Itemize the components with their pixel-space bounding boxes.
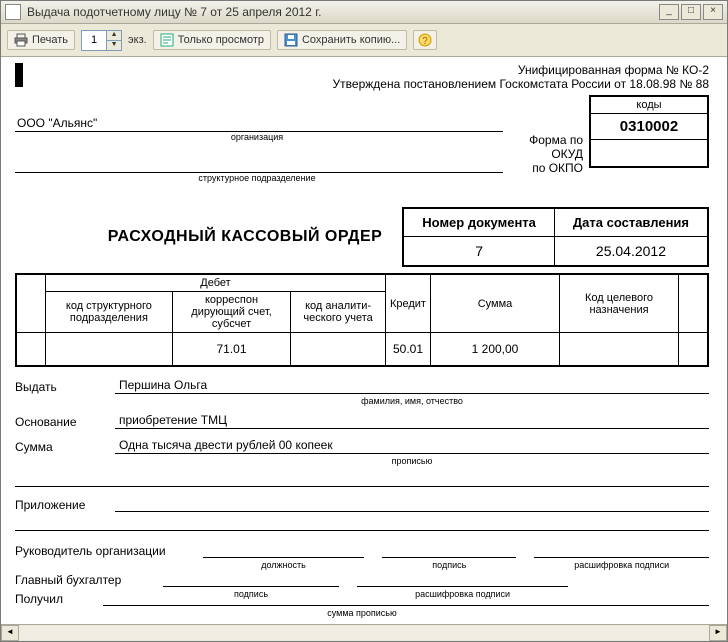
val-subcode <box>46 333 173 367</box>
copies-input[interactable] <box>82 32 106 48</box>
acct-decode <box>357 572 568 587</box>
scroll-right-icon[interactable]: ► <box>709 625 727 641</box>
sign-cap1: подпись <box>382 560 516 570</box>
margin-mark-icon <box>15 63 23 87</box>
copies-spinner[interactable]: ▲ ▼ <box>81 30 122 51</box>
minimize-button[interactable]: _ <box>659 4 679 20</box>
scroll-left-icon[interactable]: ◄ <box>1 625 19 641</box>
print-button[interactable]: Печать <box>7 30 75 50</box>
date-label: Дата составления <box>554 208 708 237</box>
attach-label: Приложение <box>15 498 115 512</box>
print-label: Печать <box>32 34 68 46</box>
toolbar: Печать ▲ ▼ экз. Только просмотр Сохранит… <box>1 24 727 57</box>
fields-block: Выдать Першина Ольга фамилия, имя, отчес… <box>15 377 709 531</box>
accounting-grid: Дебет Кредит Сумма Код целевого назначен… <box>15 273 709 367</box>
preview-label: Только просмотр <box>178 34 264 46</box>
signatures-block: Руководитель организации должность подпи… <box>15 543 709 624</box>
document-viewport[interactable]: Унифицированная форма № КО-2 Утверждена … <box>1 57 727 624</box>
attach-value <box>115 495 709 512</box>
subdiv-value <box>15 156 503 173</box>
doc-date: 25.04.2012 <box>554 237 708 267</box>
corr-header: корреспон дирующий счет, субсчет <box>172 292 290 333</box>
codes-box: коды 0310002 <box>589 95 709 168</box>
preview-button[interactable]: Только просмотр <box>153 30 271 50</box>
title-bar: Выдача подотчетному лицу № 7 от 25 апрел… <box>1 1 727 24</box>
save-icon <box>284 33 298 47</box>
val-corr: 71.01 <box>172 333 290 367</box>
help-button[interactable]: ? <box>413 30 437 50</box>
decode-cap1: расшифровка подписи <box>534 560 709 570</box>
received-line2 <box>15 618 709 624</box>
sum-line2 <box>15 472 709 487</box>
num-label: Номер документа <box>403 208 554 237</box>
purpose-header: Код целевого назначения <box>560 274 679 333</box>
head-position <box>203 543 364 558</box>
sum-label: Сумма <box>15 440 115 454</box>
received-line <box>103 591 709 606</box>
sum-words-cap: сумма прописью <box>15 608 709 618</box>
spin-up[interactable]: ▲ <box>106 31 121 40</box>
analytic-header: код аналити-ческого учета <box>291 292 386 333</box>
printer-icon <box>14 33 28 47</box>
codes-header: коды <box>591 97 707 114</box>
document: Унифицированная форма № КО-2 Утверждена … <box>15 63 709 624</box>
received-label: Получил <box>15 592 85 606</box>
head-decode <box>534 543 709 558</box>
help-icon: ? <box>418 33 432 47</box>
issue-label: Выдать <box>15 380 115 394</box>
val-sum: 1 200,00 <box>431 333 560 367</box>
val-credit: 50.01 <box>385 333 430 367</box>
position-cap: должность <box>203 560 364 570</box>
val-analytic <box>291 333 386 367</box>
reason-label: Основание <box>15 415 115 429</box>
svg-text:?: ? <box>423 36 429 47</box>
window-title: Выдача подотчетному лицу № 7 от 25 апрел… <box>27 5 321 19</box>
h-scrollbar[interactable]: ◄ ► <box>1 624 727 641</box>
org-name: ООО "Альянс" <box>15 115 503 132</box>
okud-code: 0310002 <box>591 114 707 140</box>
savecopy-button[interactable]: Сохранить копию... <box>277 30 407 50</box>
savecopy-label: Сохранить копию... <box>302 34 400 46</box>
okpo-code <box>591 140 707 166</box>
sum-header: Сумма <box>431 274 560 333</box>
close-button[interactable]: × <box>703 4 723 20</box>
sum-caption: прописью <box>115 456 709 466</box>
attach-line2 <box>15 516 709 531</box>
app-window: Выдача подотчетному лицу № 7 от 25 апрел… <box>0 0 728 642</box>
issue-caption: фамилия, имя, отчество <box>115 396 709 406</box>
approved-line: Утверждена постановлением Госкомстата Ро… <box>15 77 709 91</box>
okpo-label: по ОКПО <box>499 161 589 189</box>
head-label: Руководитель организации <box>15 544 185 558</box>
doc-number: 7 <box>403 237 554 267</box>
sum-value: Одна тысяча двести рублей 00 копеек <box>115 437 709 454</box>
credit-header: Кредит <box>385 274 430 333</box>
doc-header-table: Номер документа Дата составления 7 25.04… <box>402 207 709 267</box>
reason-value: приобретение ТМЦ <box>115 412 709 429</box>
debit-header: Дебет <box>46 274 386 292</box>
spin-down[interactable]: ▼ <box>106 40 121 50</box>
val-purpose <box>560 333 679 367</box>
subdiv-caption: структурное подразделение <box>15 173 499 183</box>
doc-title: РАСХОДНЫЙ КАССОВЫЙ ОРДЕР <box>15 228 402 246</box>
subcode-header: код структурного подразделения <box>46 292 173 333</box>
org-caption: организация <box>15 132 499 142</box>
copies-suffix: экз. <box>128 34 147 46</box>
acct-sign <box>163 572 339 587</box>
preview-icon <box>160 33 174 47</box>
scroll-track[interactable] <box>19 626 709 640</box>
acct-label: Главный бухгалтер <box>15 573 145 587</box>
maximize-button[interactable]: □ <box>681 4 701 20</box>
form-name: Унифицированная форма № КО-2 <box>15 63 709 77</box>
okud-label: Форма по ОКУД <box>499 133 589 161</box>
doc-icon <box>5 4 21 20</box>
issue-value: Першина Ольга <box>115 377 709 394</box>
head-sign <box>382 543 516 558</box>
